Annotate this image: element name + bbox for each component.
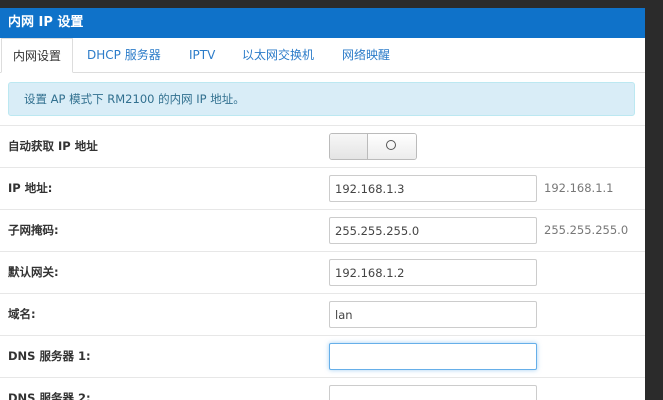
subnet-label: 子网掩码: — [8, 223, 59, 237]
domain-label: 域名: — [8, 307, 36, 321]
settings-tabs: 内网设置 DHCP 服务器 IPTV 以太网交换机 网络映醒 — [0, 38, 645, 73]
gateway-input[interactable] — [329, 259, 537, 286]
tab-lan-settings[interactable]: 内网设置 — [1, 38, 73, 73]
gateway-label: 默认网关: — [8, 265, 59, 279]
tab-network-mapping[interactable]: 网络映醒 — [342, 38, 390, 73]
form-row-dns2: DNS 服务器 2: — [0, 377, 645, 400]
screen-background: 内网 IP 设置 内网设置 DHCP 服务器 IPTV 以太网交换机 网络映醒 … — [0, 0, 663, 400]
subnet-mask-input[interactable] — [329, 217, 537, 244]
circle-icon — [386, 140, 396, 150]
panel-title: 内网 IP 设置 — [0, 8, 645, 38]
ip-label: IP 地址: — [8, 181, 53, 195]
ip-address-input[interactable] — [329, 175, 537, 202]
dns1-label: DNS 服务器 1: — [8, 349, 91, 363]
form-row-gateway: 默认网关: — [0, 251, 645, 293]
toggle-knob — [368, 134, 416, 159]
auto-ip-toggle[interactable] — [329, 133, 417, 160]
subnet-hint: 255.255.255.0 — [544, 223, 629, 237]
form-row-dns1: DNS 服务器 1: — [0, 335, 645, 377]
form-row-subnet: 子网掩码: 255.255.255.0 — [0, 209, 645, 251]
dns2-label: DNS 服务器 2: — [8, 391, 91, 400]
form-row-auto-ip: 自动获取 IP 地址 — [0, 125, 645, 167]
dns1-input[interactable] — [329, 343, 537, 370]
tab-ethernet-switch[interactable]: 以太网交换机 — [242, 38, 314, 73]
tab-dhcp-server[interactable]: DHCP 服务器 — [87, 38, 161, 73]
ip-hint: 192.168.1.1 — [544, 181, 614, 195]
lan-ip-settings-panel: 内网 IP 设置 内网设置 DHCP 服务器 IPTV 以太网交换机 网络映醒 … — [0, 8, 645, 400]
auto-ip-label: 自动获取 IP 地址 — [8, 139, 98, 153]
toggle-track — [330, 134, 368, 159]
info-alert: 设置 AP 模式下 RM2100 的内网 IP 地址。 — [8, 82, 635, 116]
tab-iptv[interactable]: IPTV — [189, 38, 215, 73]
form-row-domain: 域名: — [0, 293, 645, 335]
dns2-input[interactable] — [329, 385, 537, 400]
form-row-ip: IP 地址: 192.168.1.1 — [0, 167, 645, 209]
domain-input[interactable] — [329, 301, 537, 328]
